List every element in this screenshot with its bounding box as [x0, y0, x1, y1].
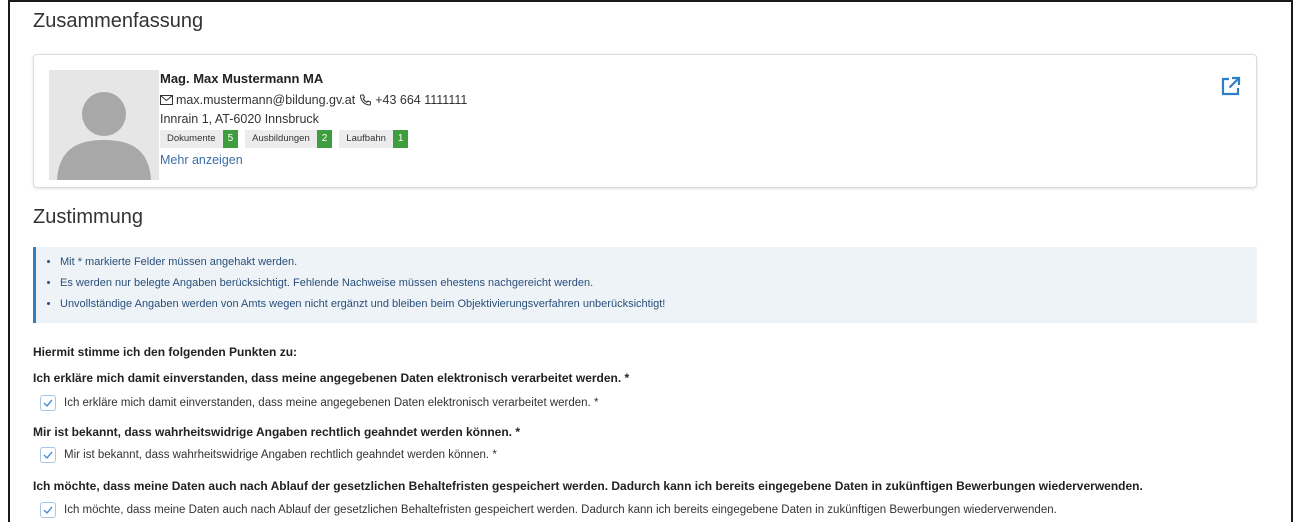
profile-phone[interactable]: +43 664 1111111 — [375, 93, 467, 107]
profile-card: Mag. Max Mustermann MA max.mustermann@bi… — [33, 54, 1257, 188]
checkbox-legal[interactable] — [40, 447, 56, 463]
badge-education: Ausbildungen 2 — [245, 130, 333, 148]
check-icon — [43, 451, 53, 459]
profile-name: Mag. Max Mustermann MA — [160, 71, 324, 86]
consent-heading-processing: Ich erkläre mich damit einverstanden, da… — [33, 371, 630, 385]
show-more-link[interactable]: Mehr anzeigen — [160, 153, 467, 167]
consent-option-label: Ich möchte, dass meine Daten auch nach A… — [64, 504, 1057, 516]
badge-count: 2 — [316, 130, 333, 148]
badge-label: Ausbildungen — [245, 130, 317, 148]
badge-count: 1 — [392, 130, 409, 148]
check-icon — [43, 506, 53, 514]
consent-intro: Hiermit stimme ich den folgenden Punkten… — [33, 345, 298, 359]
badge-label: Dokumente — [160, 130, 223, 148]
notice-list: Mit * markierte Felder müssen angehakt w… — [36, 247, 1257, 318]
profile-info: Mag. Max Mustermann MA max.mustermann@bi… — [160, 71, 467, 167]
consent-title: Zustimmung — [33, 206, 144, 228]
profile-email[interactable]: max.mustermann@bildung.gv.at — [176, 93, 355, 107]
badge-row: Dokumente 5 Ausbildungen 2 Laufbahn 1 — [160, 129, 467, 149]
phone-icon — [359, 94, 372, 106]
badge-label: Laufbahn — [339, 130, 393, 148]
checkbox-processing[interactable] — [40, 395, 56, 411]
badge-documents: Dokumente 5 — [160, 130, 239, 148]
notice-item: Unvollständige Angaben werden von Amts w… — [60, 297, 1257, 318]
check-icon — [43, 399, 53, 407]
consent-option-retention[interactable]: Ich möchte, dass meine Daten auch nach A… — [40, 502, 1057, 518]
badge-career: Laufbahn 1 — [339, 130, 409, 148]
consent-option-processing[interactable]: Ich erkläre mich damit einverstanden, da… — [40, 395, 598, 411]
consent-heading-legal: Mir ist bekannt, dass wahrheitswidrige A… — [33, 425, 520, 439]
avatar-placeholder-icon — [49, 70, 159, 180]
summary-title: Zusammenfassung — [33, 10, 204, 32]
contact-line: max.mustermann@bildung.gv.at +43 664 111… — [160, 90, 467, 109]
profile-address: Innrain 1, AT-6020 Innsbruck — [160, 111, 319, 126]
notice-item: Mit * markierte Felder müssen angehakt w… — [60, 255, 1257, 276]
checkbox-retention[interactable] — [40, 502, 56, 518]
envelope-icon — [160, 94, 173, 106]
avatar — [49, 70, 159, 180]
badge-count: 5 — [222, 130, 239, 148]
notice-item: Es werden nur belegte Angaben berücksich… — [60, 276, 1257, 297]
consent-option-legal[interactable]: Mir ist bekannt, dass wahrheitswidrige A… — [40, 447, 497, 463]
external-link-icon[interactable] — [1220, 75, 1242, 97]
consent-option-label: Ich erkläre mich damit einverstanden, da… — [64, 397, 599, 409]
consent-heading-retention: Ich möchte, dass meine Daten auch nach A… — [33, 479, 1143, 493]
info-notice: Mit * markierte Felder müssen angehakt w… — [33, 247, 1257, 323]
consent-option-label: Mir ist bekannt, dass wahrheitswidrige A… — [64, 449, 497, 461]
